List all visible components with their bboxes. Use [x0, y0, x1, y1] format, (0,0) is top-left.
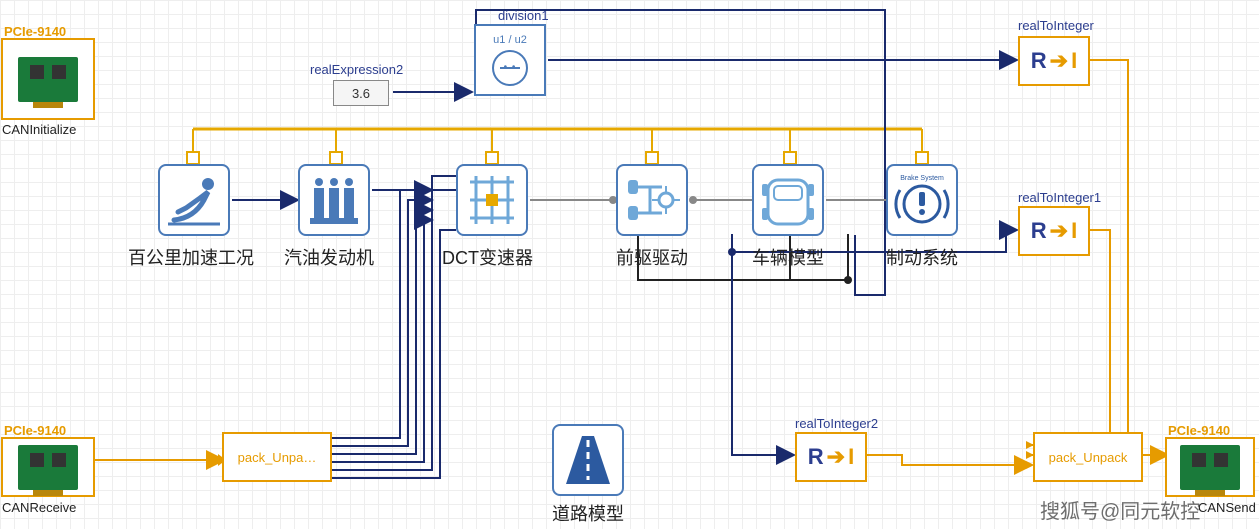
fwd-block[interactable]	[616, 164, 688, 236]
road-icon	[558, 430, 618, 490]
can-send-title: PCIe-9140	[1168, 423, 1230, 438]
real-to-integer-1[interactable]: R ➔ I	[1018, 206, 1090, 256]
can-recv-label: CANReceive	[2, 500, 76, 515]
r-letter: R	[808, 444, 824, 470]
arrow-icon: ➔	[1050, 218, 1068, 244]
division1-block[interactable]: u1 / u2	[474, 24, 546, 96]
i-letter: I	[1071, 48, 1077, 74]
can-send-label: CANSend	[1198, 500, 1256, 515]
brake-icon: Brake System	[892, 170, 952, 230]
r2i1-label: realToInteger1	[1018, 190, 1101, 205]
pcb-icon	[1180, 445, 1240, 490]
brake-block[interactable]: Brake System	[886, 164, 958, 236]
arrow-icon: ➔	[827, 444, 845, 470]
real-expr2-value: 3.6	[352, 86, 370, 101]
dct-block[interactable]	[456, 164, 528, 236]
can-init-label: CANInitialize	[2, 122, 76, 137]
division-icon	[492, 50, 528, 86]
dct-caption: DCT变速器	[442, 244, 533, 270]
pcb-icon	[18, 445, 78, 490]
can-init-title: PCIe-9140	[4, 24, 66, 39]
engine-block[interactable]	[298, 164, 370, 236]
real-expr2-label: realExpression2	[310, 62, 403, 77]
accel-caption: 百公里加速工况	[128, 244, 254, 270]
division1-label: division1	[498, 8, 549, 23]
svg-text:Brake System: Brake System	[900, 175, 944, 182]
pack-unpack-1[interactable]: pack_Unpa…	[222, 432, 332, 482]
watermark: 搜狐号@同元软控	[1040, 495, 1200, 524]
vehicle-caption: 车辆模型	[752, 244, 824, 270]
can-receive-block[interactable]	[1, 437, 95, 497]
pcb-icon	[18, 57, 78, 102]
drivetrain-icon	[622, 170, 682, 230]
r-letter: R	[1031, 48, 1047, 74]
real-to-integer-0[interactable]: R ➔ I	[1018, 36, 1090, 86]
pack-unpack-2[interactable]: pack_Unpack	[1033, 432, 1143, 482]
real-expression-2[interactable]: 3.6	[333, 80, 389, 106]
car-icon	[758, 170, 818, 230]
i-letter: I	[848, 444, 854, 470]
engine-icon	[304, 170, 364, 230]
road-caption: 道路模型	[552, 500, 624, 526]
r2i2-label: realToInteger2	[795, 416, 878, 431]
engine-caption: 汽油发动机	[284, 244, 374, 270]
division1-inner-label: u1 / u2	[493, 34, 527, 46]
can-initialize-block[interactable]	[1, 38, 95, 120]
real-to-integer-2[interactable]: R ➔ I	[795, 432, 867, 482]
runner-icon	[164, 170, 224, 230]
pack-unpack-2-label: pack_Unpack	[1049, 450, 1128, 465]
r-letter: R	[1031, 218, 1047, 244]
arrow-icon: ➔	[1050, 48, 1068, 74]
accel-block[interactable]	[158, 164, 230, 236]
i-letter: I	[1071, 218, 1077, 244]
road-block[interactable]	[552, 424, 624, 496]
can-send-block[interactable]	[1165, 437, 1255, 497]
pack-unpack-1-label: pack_Unpa…	[238, 450, 317, 465]
fwd-caption: 前驱驱动	[616, 244, 688, 270]
can-recv-title: PCIe-9140	[4, 423, 66, 438]
gearbox-icon	[462, 170, 522, 230]
r2i0-label: realToInteger	[1018, 18, 1094, 33]
brake-caption: 制动系统	[886, 244, 958, 270]
vehicle-block[interactable]	[752, 164, 824, 236]
